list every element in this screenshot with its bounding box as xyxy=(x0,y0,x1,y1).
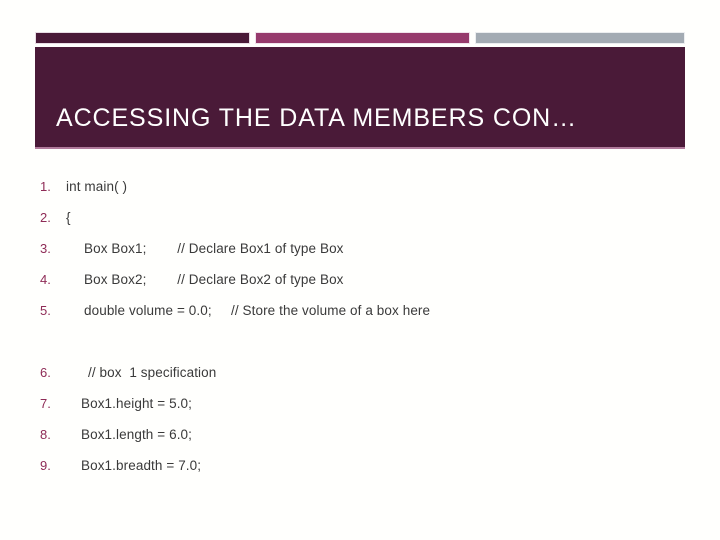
list-item: 3. Box Box1; // Declare Box1 of type Box xyxy=(40,241,690,272)
list-item-text: { xyxy=(66,210,71,225)
list-item-text: Box Box1; // Declare Box1 of type Box xyxy=(84,241,344,256)
list-item-text: Box1.height = 5.0; xyxy=(81,396,193,411)
list-item: 4. Box Box2; // Declare Box2 of type Box xyxy=(40,272,690,303)
accent-bar-magenta xyxy=(255,32,470,44)
list-item: 6. // box 1 specification xyxy=(40,365,690,396)
list-item-blank xyxy=(40,334,690,365)
list-item-number: 9. xyxy=(40,458,51,473)
list-item: 2. { xyxy=(40,210,690,241)
list-item: 9. Box1.breadth = 7.0; xyxy=(40,458,690,489)
slide-title-band: ACCESSING THE DATA MEMBERS CON… xyxy=(35,47,685,149)
slide-title: ACCESSING THE DATA MEMBERS CON… xyxy=(56,104,578,132)
list-item: 8. Box1.length = 6.0; xyxy=(40,427,690,458)
slide-body-list: 1. int main( ) 2. { 3. Box Box1; // Decl… xyxy=(40,179,690,489)
accent-bar-gray xyxy=(475,32,685,44)
list-item: 5. double volume = 0.0; // Store the vol… xyxy=(40,303,690,334)
list-item-text: Box1.length = 6.0; xyxy=(81,427,193,442)
slide-canvas: ACCESSING THE DATA MEMBERS CON… 1. int m… xyxy=(0,0,720,540)
list-item-text: int main( ) xyxy=(66,179,128,194)
list-item-text: Box1.breadth = 7.0; xyxy=(81,458,202,473)
list-item-number: 6. xyxy=(40,365,51,380)
list-item-number: 1. xyxy=(40,179,51,194)
list-item: 1. int main( ) xyxy=(40,179,690,210)
accent-bar-dark xyxy=(35,32,250,44)
header-accent-bars xyxy=(35,32,685,44)
list-item-number: 4. xyxy=(40,272,51,287)
list-item-text: Box Box2; // Declare Box2 of type Box xyxy=(84,272,344,287)
list-item-text: double volume = 0.0; // Store the volume… xyxy=(84,303,431,318)
list-item-number: 2. xyxy=(40,210,51,225)
list-item-number: 8. xyxy=(40,427,51,442)
list-item-number: 3. xyxy=(40,241,51,256)
list-item-text: // box 1 specification xyxy=(88,365,217,380)
list-item-number: 7. xyxy=(40,396,51,411)
list-item-number: 5. xyxy=(40,303,51,318)
list-item: 7. Box1.height = 5.0; xyxy=(40,396,690,427)
